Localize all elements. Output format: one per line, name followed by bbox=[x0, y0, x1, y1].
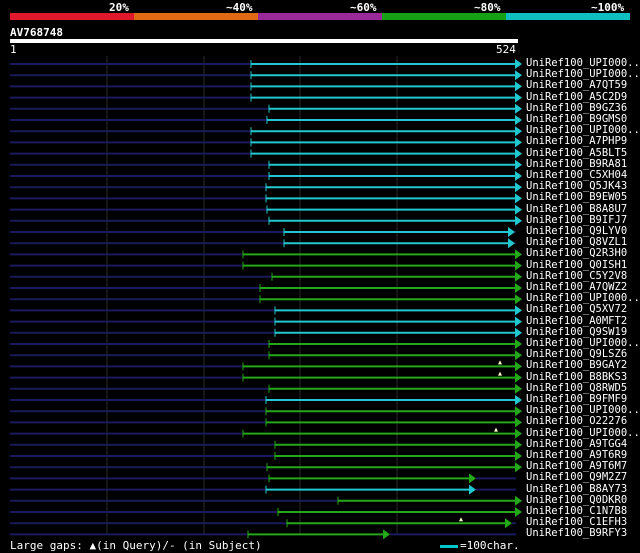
hit-arrow-icon bbox=[515, 451, 522, 461]
hit-label-link[interactable]: UniRef100_A5BLT5 bbox=[526, 147, 627, 159]
hit-label-link[interactable]: UniRef100_B9GAY2 bbox=[526, 360, 627, 371]
hit-arrow-icon bbox=[515, 159, 522, 170]
hit-arrow-icon bbox=[515, 417, 522, 428]
hit-arrow-icon bbox=[515, 148, 522, 159]
hit-arrow-icon bbox=[515, 361, 522, 372]
hit-label-link[interactable]: UniRef100_A5C2D9 bbox=[526, 91, 627, 103]
scale-legend: =100char. bbox=[440, 539, 520, 552]
hit-arrow-icon bbox=[515, 215, 522, 226]
hit-arrow-icon bbox=[515, 115, 522, 125]
hit-label-link[interactable]: UniRef100_B8BKS3 bbox=[526, 371, 627, 383]
hit-arrow-icon bbox=[469, 473, 476, 484]
query-gap-marker-icon bbox=[498, 360, 502, 365]
scale-legend-text: =100char. bbox=[460, 539, 520, 552]
query-gap-marker-icon bbox=[494, 427, 498, 432]
hit-arrow-icon bbox=[515, 70, 522, 81]
hit-arrow-icon bbox=[515, 193, 522, 204]
hit-arrow-icon bbox=[515, 283, 522, 293]
hit-arrow-icon bbox=[515, 81, 522, 92]
hit-label-link[interactable]: UniRef100_B9RFY3 bbox=[526, 528, 627, 539]
hit-arrow-icon bbox=[515, 92, 522, 103]
hit-label-link[interactable]: UniRef100_B9EW05 bbox=[526, 192, 627, 203]
hit-arrow-icon bbox=[515, 372, 522, 383]
hit-arrow-icon bbox=[515, 182, 522, 193]
hit-label-link[interactable]: UniRef100_B8AY73 bbox=[526, 483, 627, 495]
hit-label-link[interactable]: UniRef100_Q5XV72 bbox=[526, 304, 627, 315]
hit-label-link[interactable]: UniRef100_UPI000.. bbox=[526, 427, 640, 439]
hit-arrow-icon bbox=[515, 507, 522, 517]
hit-arrow-icon bbox=[469, 484, 476, 495]
hit-arrow-icon bbox=[383, 529, 390, 540]
hit-arrow-icon bbox=[515, 249, 522, 260]
hit-label-link[interactable]: UniRef100_A0MFT2 bbox=[526, 315, 627, 327]
hit-arrow-icon bbox=[515, 428, 522, 439]
hit-arrow-icon bbox=[515, 271, 522, 282]
hit-label-link[interactable]: UniRef100_B8A8U7 bbox=[526, 203, 627, 215]
hit-arrow-icon bbox=[515, 395, 522, 405]
hit-label-link[interactable]: UniRef100_A7QT59 bbox=[526, 80, 627, 91]
hit-arrow-icon bbox=[515, 126, 522, 137]
hit-arrow-icon bbox=[515, 327, 522, 338]
hit-arrow-icon bbox=[515, 59, 522, 69]
hit-arrow-icon bbox=[515, 406, 522, 417]
query-gap-marker-icon bbox=[459, 517, 463, 522]
hit-arrow-icon bbox=[515, 137, 522, 148]
hit-arrow-icon bbox=[515, 462, 522, 473]
hit-label-link[interactable]: UniRef100_Q9M2Z7 bbox=[526, 472, 627, 483]
hit-label-link[interactable]: UniRef100_Q2R3H0 bbox=[526, 248, 627, 259]
gaps-legend: Large gaps: ▲(in Query)/- (in Subject) bbox=[10, 539, 262, 552]
hit-label-link[interactable]: UniRef100_Q0ISH1 bbox=[526, 259, 627, 271]
hit-arrow-icon bbox=[508, 238, 515, 249]
hit-arrow-icon bbox=[515, 350, 522, 361]
hit-arrow-icon bbox=[515, 439, 522, 450]
hit-arrow-icon bbox=[508, 227, 515, 237]
hit-arrow-icon bbox=[515, 339, 522, 349]
scale-line-icon bbox=[440, 544, 458, 548]
query-gap-marker-icon bbox=[498, 371, 502, 376]
hit-arrow-icon bbox=[505, 518, 512, 529]
hit-arrow-icon bbox=[515, 103, 522, 114]
hit-arrow-icon bbox=[515, 383, 522, 394]
hit-arrow-icon bbox=[515, 171, 522, 181]
hit-arrow-icon bbox=[515, 305, 522, 316]
hit-arrow-icon bbox=[515, 495, 522, 506]
hit-arrow-icon bbox=[515, 294, 522, 305]
hit-label-link[interactable]: UniRef100_A7PHP9 bbox=[526, 136, 627, 147]
hit-arrow-icon bbox=[515, 316, 522, 327]
hit-arrow-icon bbox=[515, 260, 522, 271]
hit-label-link[interactable]: UniRef100_O22276 bbox=[526, 416, 627, 427]
hit-arrow-icon bbox=[515, 204, 522, 215]
